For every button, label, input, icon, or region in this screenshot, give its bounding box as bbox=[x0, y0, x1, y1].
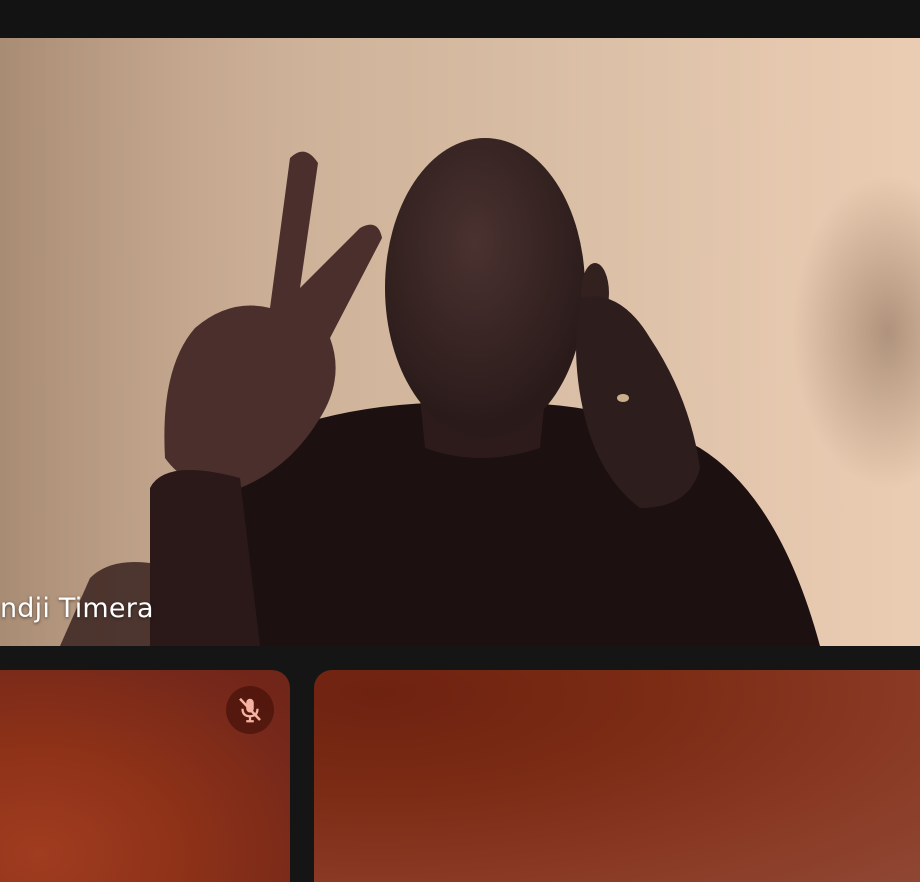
mic-off-icon bbox=[239, 697, 261, 723]
meeting-stage: ndji Timera bbox=[0, 0, 920, 882]
participant-video-frame bbox=[0, 38, 920, 646]
mic-muted-indicator bbox=[226, 686, 274, 734]
participant-tile-right[interactable] bbox=[314, 670, 920, 882]
participant-name-label: ndji Timera bbox=[0, 593, 154, 624]
main-video-tile[interactable]: ndji Timera bbox=[0, 38, 920, 646]
top-bar bbox=[0, 0, 920, 38]
